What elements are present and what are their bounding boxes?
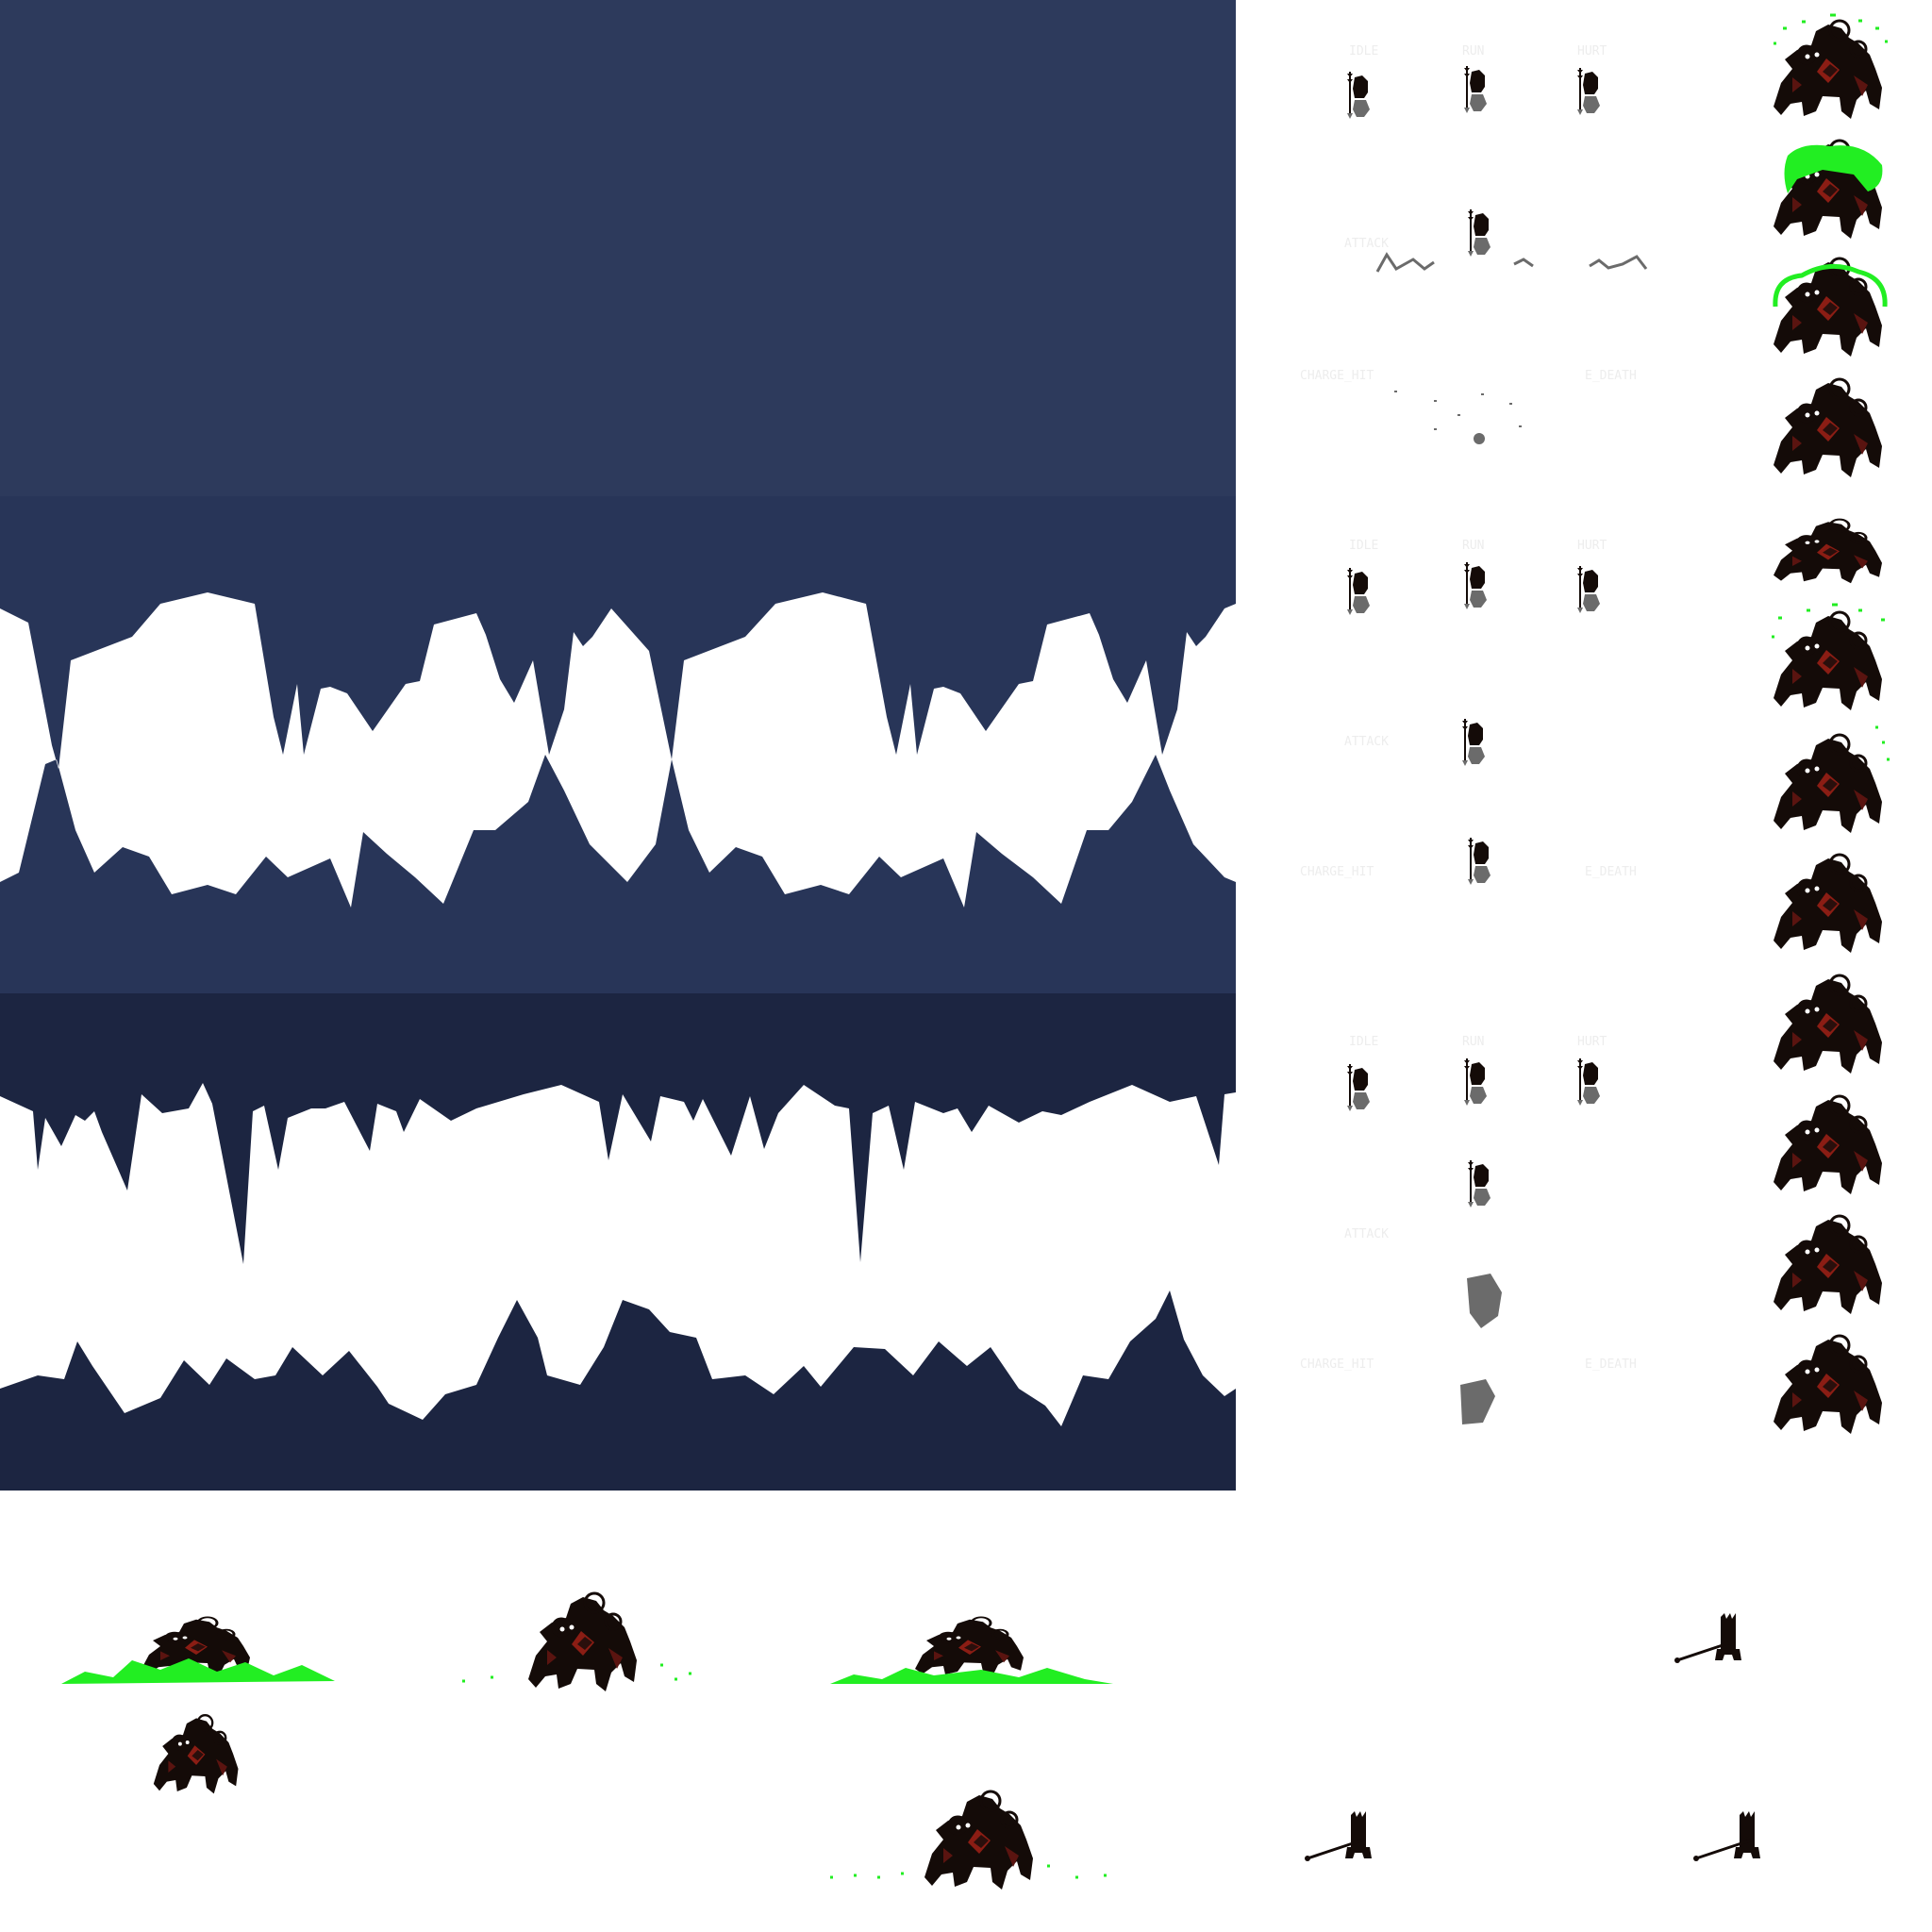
boss-frame bbox=[1772, 1094, 1884, 1196]
label-charge-hit: CHARGE_HIT bbox=[1300, 865, 1374, 879]
boss-frame bbox=[1772, 13, 1888, 121]
boss-frame bbox=[1772, 1214, 1884, 1316]
label-idle: IDLE bbox=[1349, 539, 1378, 553]
character-icon bbox=[1467, 837, 1491, 886]
label-hurt: HURT bbox=[1577, 1035, 1607, 1049]
character-icon bbox=[1467, 1159, 1491, 1208]
label-hurt: HURT bbox=[1577, 539, 1607, 553]
label-e-death: E_DEATH bbox=[1585, 865, 1637, 879]
death-particles bbox=[1394, 391, 1522, 430]
character-icon bbox=[1461, 718, 1486, 767]
character-icon bbox=[1346, 567, 1371, 616]
bottom-frames bbox=[61, 1591, 1762, 1891]
boss-frame bbox=[1772, 1334, 1884, 1436]
label-idle: IDLE bbox=[1349, 1035, 1378, 1049]
attack-ghost bbox=[1467, 1274, 1502, 1328]
character-icon bbox=[1346, 71, 1371, 120]
ground-burst-effect bbox=[830, 1668, 1113, 1684]
label-attack: ATTACK bbox=[1344, 1227, 1389, 1241]
label-attack: ATTACK bbox=[1344, 735, 1389, 749]
character-icon bbox=[1576, 1058, 1601, 1107]
character-icon bbox=[1346, 1063, 1371, 1112]
character-icon bbox=[1467, 208, 1491, 258]
anim-grid-1: IDLE RUN HURT ATTACK CHARGE_HIT E_DEATH bbox=[1300, 44, 1648, 444]
cave-band-mid bbox=[0, 496, 1236, 993]
hero-frame bbox=[1691, 1809, 1762, 1863]
hero-frame bbox=[1673, 1611, 1743, 1665]
dot-effect bbox=[1875, 725, 1890, 761]
boss-frame bbox=[1772, 974, 1884, 1075]
boss-frame-column bbox=[1772, 13, 1890, 1436]
character-icon bbox=[1463, 65, 1488, 114]
label-e-death: E_DEATH bbox=[1585, 1357, 1637, 1372]
character-icon bbox=[1463, 1058, 1488, 1107]
cave-band-low bbox=[0, 993, 1236, 1491]
character-icon bbox=[1576, 565, 1601, 614]
boss-frame bbox=[1772, 853, 1884, 955]
label-run: RUN bbox=[1462, 539, 1484, 553]
label-attack: ATTACK bbox=[1344, 237, 1389, 251]
boss-frame bbox=[923, 1790, 1035, 1891]
boss-frame bbox=[1772, 603, 1885, 712]
cave-band-top bbox=[0, 0, 1236, 496]
label-hurt: HURT bbox=[1577, 44, 1607, 58]
label-charge-hit: CHARGE_HIT bbox=[1300, 1357, 1374, 1372]
boss-frame bbox=[1772, 725, 1890, 835]
sprite-sheet: IDLE RUN HURT ATTACK CHARGE_HIT E_DEATH … bbox=[0, 0, 1890, 1891]
hero-frame bbox=[1303, 1809, 1374, 1863]
boss-frame bbox=[1772, 139, 1884, 241]
label-charge-hit: CHARGE_HIT bbox=[1300, 369, 1374, 383]
label-run: RUN bbox=[1462, 44, 1484, 58]
boss-frame bbox=[526, 1591, 639, 1693]
anim-grid-3: IDLE RUN HURT ATTACK CHARGE_HIT E_DEATH bbox=[1300, 1035, 1637, 1424]
boss-frame bbox=[1772, 257, 1888, 358]
label-run: RUN bbox=[1462, 1035, 1484, 1049]
character-icon bbox=[1576, 67, 1601, 116]
death-skull bbox=[1474, 433, 1485, 444]
boss-small-frame bbox=[152, 1713, 240, 1795]
character-icon bbox=[1463, 561, 1488, 610]
anim-grid-2: IDLE RUN HURT ATTACK CHARGE_HIT E_DEATH bbox=[1300, 539, 1637, 886]
label-e-death: E_DEATH bbox=[1585, 369, 1637, 383]
attack-trail bbox=[1375, 252, 1648, 273]
boss-emerge-frame bbox=[913, 1615, 1025, 1678]
boss-frame bbox=[1772, 518, 1884, 585]
charge-ghost bbox=[1460, 1379, 1495, 1424]
label-idle: IDLE bbox=[1349, 44, 1378, 58]
boss-frame bbox=[1772, 377, 1884, 479]
